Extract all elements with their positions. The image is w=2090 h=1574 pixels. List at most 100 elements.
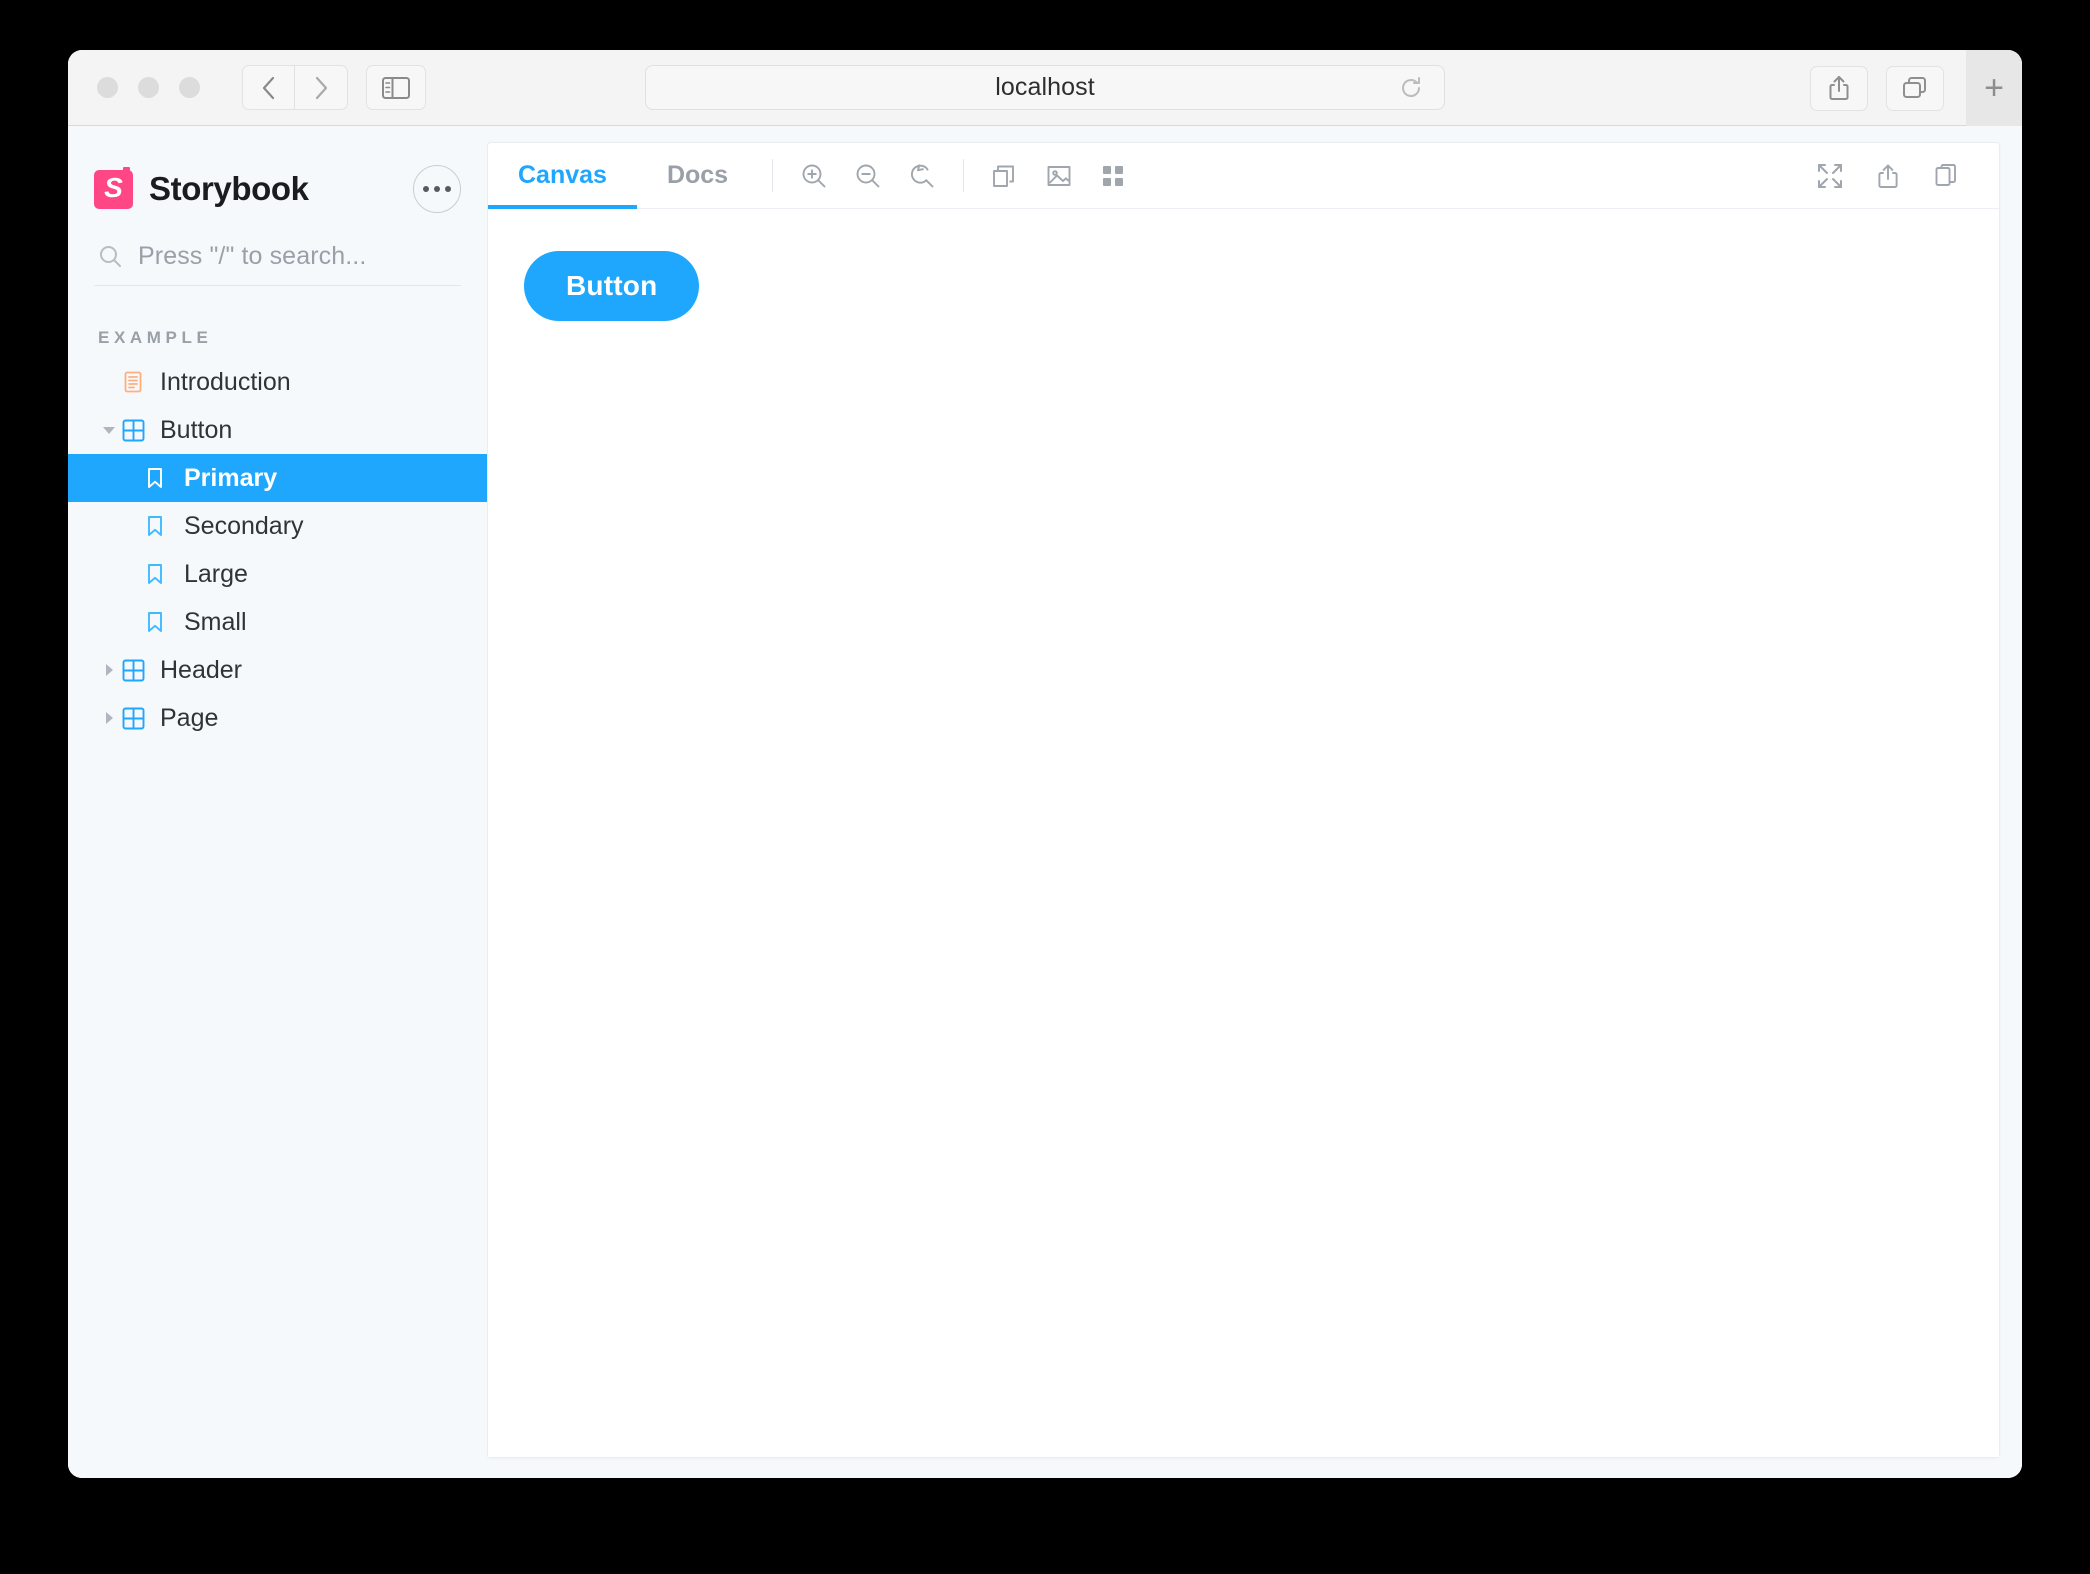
story-icon — [148, 516, 162, 536]
storybook-sidebar: S Storybook Press "/" to search... EXAMP… — [68, 126, 487, 1478]
new-tab-label: + — [1984, 69, 2004, 107]
chevron-right-icon — [106, 664, 113, 676]
share-button[interactable] — [1810, 65, 1868, 111]
dot-2-icon — [434, 186, 440, 192]
component-icon — [120, 706, 146, 731]
sidebar-menu-button[interactable] — [413, 165, 461, 213]
story-tree-item-introduction[interactable]: Introduction — [68, 358, 487, 406]
story-primary-button[interactable]: Button — [524, 251, 700, 321]
story-tree-item-large[interactable]: Large — [68, 550, 487, 598]
zoom-in-icon — [802, 164, 826, 187]
zoom-tools — [787, 143, 949, 208]
story-icon — [148, 468, 162, 488]
tree-caret[interactable] — [98, 662, 120, 678]
component-icon — [120, 418, 146, 443]
story-tree-item-small[interactable]: Small — [68, 598, 487, 646]
story-icon — [142, 610, 168, 634]
storybook-logo-letter: S — [104, 172, 123, 203]
story-icon — [142, 562, 168, 586]
dot-1-icon — [423, 186, 429, 192]
zoom-out-button[interactable] — [841, 143, 895, 208]
story-tree-item-label: Secondary — [184, 511, 304, 540]
tab-overview-button[interactable] — [1886, 65, 1944, 111]
preview-actions — [1801, 143, 1975, 208]
open-in-new-tab-button[interactable] — [1859, 143, 1917, 208]
component-icon — [122, 707, 144, 729]
copy-icon — [1935, 163, 1956, 186]
story-icon — [148, 564, 162, 584]
address-bar[interactable]: localhost — [645, 65, 1445, 110]
chevron-down-icon — [103, 427, 115, 434]
story-tree-item-secondary[interactable]: Secondary — [68, 502, 487, 550]
story-icon — [142, 466, 168, 490]
story-tree-item-header[interactable]: Header — [68, 646, 487, 694]
reload-button[interactable] — [1398, 75, 1424, 101]
viewport-button[interactable] — [978, 143, 1032, 208]
storybook-brand[interactable]: S Storybook — [68, 126, 487, 218]
viewport-icon — [993, 165, 1015, 187]
sidebar-section-label: EXAMPLE — [98, 328, 213, 347]
preview-pane: Canvas Docs Button — [487, 126, 2022, 1478]
story-canvas: Button — [488, 209, 1999, 1457]
chevron-right-icon — [315, 76, 328, 99]
navigation-buttons — [242, 65, 426, 110]
zoom-reset-button[interactable] — [895, 143, 949, 208]
story-tree-item-label: Button — [160, 415, 233, 444]
sidebar-icon — [382, 76, 410, 99]
addon-tools — [978, 143, 1140, 208]
story-tree-item-button[interactable]: Button — [68, 406, 487, 454]
zoom-in-button[interactable] — [787, 143, 841, 208]
background-icon — [1047, 165, 1071, 186]
story-tree-item-page[interactable]: Page — [68, 694, 487, 742]
preview-toolbar: Canvas Docs — [488, 143, 1999, 209]
tree-caret[interactable] — [98, 710, 120, 726]
component-icon — [122, 659, 144, 681]
close-window-button[interactable] — [97, 77, 118, 98]
story-icon — [142, 514, 168, 538]
sidebar-toggle-button[interactable] — [366, 65, 426, 110]
story-icon — [148, 612, 162, 632]
browser-toolbar: localhost + — [68, 50, 2022, 126]
story-tree-item-label: Header — [160, 655, 242, 684]
traffic-lights — [97, 77, 200, 98]
browser-window: localhost + S Storybook Press "/" to sea… — [68, 50, 2022, 1478]
document-icon — [120, 370, 146, 394]
storybook-brand-name: Storybook — [149, 170, 309, 207]
zoom-reset-icon — [911, 163, 934, 187]
chevron-right-icon — [106, 712, 113, 724]
story-tree-item-label: Primary — [184, 463, 278, 492]
toolbar-divider-2 — [963, 159, 965, 192]
storybook-logo-icon: S — [94, 166, 133, 209]
story-tree-item-primary[interactable]: Primary — [68, 454, 487, 502]
new-tab-button[interactable]: + — [1966, 50, 2022, 126]
component-icon — [120, 658, 146, 683]
preview-panel: Canvas Docs Button — [487, 142, 2000, 1458]
share-icon — [1878, 164, 1898, 188]
background-button[interactable] — [1032, 143, 1086, 208]
back-button[interactable] — [242, 65, 295, 110]
story-tree-item-label: Small — [184, 607, 247, 636]
minimize-window-button[interactable] — [138, 77, 159, 98]
search-icon — [98, 244, 123, 269]
tab-canvas[interactable]: Canvas — [488, 143, 637, 209]
zoom-out-icon — [856, 164, 880, 187]
grid-button[interactable] — [1086, 143, 1140, 208]
address-text: localhost — [995, 73, 1095, 101]
chevron-left-icon — [262, 76, 274, 99]
grid-icon — [1103, 165, 1124, 186]
maximize-window-button[interactable] — [179, 77, 200, 98]
fullscreen-button[interactable] — [1801, 143, 1859, 208]
browser-toolbar-right: + — [1810, 50, 2022, 126]
story-tree-item-label: Introduction — [160, 367, 291, 396]
search-input[interactable]: Press "/" to search... — [138, 242, 366, 271]
tab-overview-icon — [1903, 77, 1926, 98]
tree-caret[interactable] — [98, 422, 120, 438]
document-icon — [124, 371, 142, 393]
toolbar-divider-1 — [772, 159, 774, 192]
fullscreen-icon — [1818, 163, 1842, 188]
copy-link-button[interactable] — [1917, 143, 1975, 208]
tab-docs[interactable]: Docs — [637, 143, 758, 208]
forward-button[interactable] — [295, 65, 348, 110]
reload-icon — [1402, 76, 1420, 97]
search-field[interactable]: Press "/" to search... — [94, 236, 461, 286]
